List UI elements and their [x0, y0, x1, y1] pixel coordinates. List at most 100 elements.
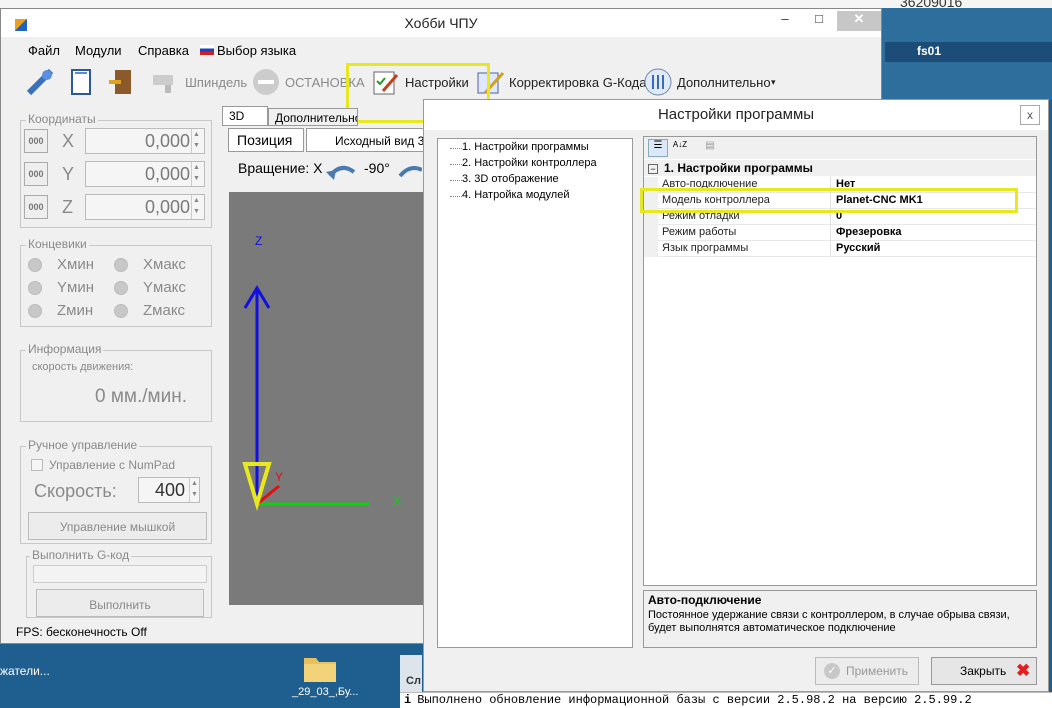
- alphabetical-icon[interactable]: A↓Z: [670, 139, 690, 157]
- flag-icon: [200, 45, 214, 55]
- desktop-user-label: fs01: [885, 42, 1052, 62]
- tree-connector: [450, 180, 462, 181]
- axes-drawing: [242, 285, 369, 511]
- iso-view-button[interactable]: Исходный вид 3D: [306, 128, 424, 152]
- red-x-icon: ✖: [1016, 661, 1031, 680]
- ymax-indicator: [114, 281, 128, 295]
- rotate-left-icon[interactable]: [326, 162, 356, 182]
- tree-item-controller[interactable]: 2. Настройки контроллера: [462, 157, 597, 169]
- y-zero-button[interactable]: 000: [24, 162, 48, 186]
- description-text: Постоянное удержание связи с контроллеро…: [648, 609, 1010, 634]
- manual-speed-label: Скорость:: [34, 481, 117, 501]
- property-row[interactable]: Язык программы Русский: [644, 241, 1036, 257]
- property-name: Язык программы: [662, 242, 749, 254]
- run-gcode-button[interactable]: Выполнить: [36, 589, 204, 617]
- speed-caption: скорость движения:: [32, 361, 134, 373]
- axis-x-label: X: [393, 494, 402, 508]
- desktop-icon-label[interactable]: жатели...: [0, 664, 50, 678]
- menu-file[interactable]: Файл: [28, 43, 60, 58]
- exit-icon[interactable]: [107, 67, 137, 97]
- status-message-line: i Выполнено обновление информационной баз…: [400, 692, 1052, 708]
- more-icon[interactable]: [643, 67, 673, 97]
- x-label: X: [62, 131, 75, 151]
- status-message: Выполнено обновление информационной базы…: [417, 693, 972, 707]
- manual-title: Ручное управление: [26, 438, 140, 452]
- category-row[interactable]: −1. Настройки программы: [644, 160, 1036, 176]
- chevron-down-icon[interactable]: ▾: [771, 77, 776, 88]
- gcode-progress: [33, 565, 207, 583]
- property-row[interactable]: Режим работы Фрезеровка: [644, 225, 1036, 241]
- close-button[interactable]: ✕: [837, 11, 881, 31]
- tree-item-3d[interactable]: 3. 3D отображение: [462, 173, 559, 185]
- z-spinner[interactable]: ▲ ▼: [191, 195, 201, 219]
- collapse-icon[interactable]: −: [648, 164, 658, 174]
- 3d-viewport[interactable]: Z X Y: [229, 192, 424, 605]
- menu-help[interactable]: Справка: [138, 43, 189, 58]
- rotate-right-icon[interactable]: [398, 162, 422, 182]
- manual-speed-spinner[interactable]: ▲ ▼: [189, 478, 199, 502]
- mouse-control-button[interactable]: Управление мышкой: [28, 512, 207, 540]
- gcode-title: Выполнить G-код: [30, 548, 132, 562]
- info-icon: i: [404, 693, 412, 707]
- minimize-button[interactable]: –: [771, 11, 799, 31]
- numpad-label: Управление с NumPad: [49, 458, 176, 472]
- side-panel-letter: Сл: [400, 655, 422, 692]
- apply-label: Применить: [846, 664, 909, 678]
- apply-button[interactable]: ✓ Применить: [815, 657, 919, 685]
- settings-dialog: Настройки программы x 1. Настройки прогр…: [423, 99, 1049, 692]
- axis-y-label: Y: [275, 470, 284, 484]
- gcode-edit-label[interactable]: Корректировка G-Кода: [509, 75, 647, 90]
- z-value[interactable]: 0,000: [85, 194, 205, 220]
- categorized-icon[interactable]: ☰: [648, 139, 668, 157]
- axis-z-label: Z: [255, 234, 263, 248]
- tree-connector: [450, 148, 462, 149]
- tab-extra[interactable]: Дополнительно: [268, 108, 358, 126]
- folder-label[interactable]: _29_03_,Бу...: [292, 686, 358, 698]
- menu-language[interactable]: Выбор языка: [217, 43, 296, 58]
- spindle-label: Шпиндель: [185, 75, 248, 90]
- property-value[interactable]: Русский: [836, 242, 880, 254]
- property-value[interactable]: Фрезеровка: [836, 226, 902, 238]
- main-title-bar[interactable]: Хобби ЧПУ – □ ✕: [1, 9, 881, 37]
- x-spinner[interactable]: ▲ ▼: [191, 129, 201, 153]
- y-value[interactable]: 0,000: [85, 161, 205, 187]
- xmin-label: Xмин: [57, 256, 94, 273]
- toolbar: Шпиндель ОСТАНОВКА Настройки Корректиров…: [1, 63, 881, 123]
- z-zero-button[interactable]: 000: [24, 195, 48, 219]
- xmax-indicator: [114, 258, 128, 272]
- maximize-button[interactable]: □: [805, 11, 833, 31]
- open-file-icon[interactable]: [67, 67, 97, 97]
- zmax-indicator: [114, 304, 128, 318]
- x-zero-button[interactable]: 000: [24, 129, 48, 153]
- tree-item-program[interactable]: 1. Настройки программы: [462, 141, 589, 153]
- close-dialog-button[interactable]: Закрыть ✖: [931, 657, 1037, 685]
- more-label[interactable]: Дополнительно: [677, 75, 771, 90]
- tab-3d[interactable]: 3D: [222, 106, 268, 126]
- zmin-indicator: [28, 304, 42, 318]
- folder-icon[interactable]: [300, 652, 340, 684]
- ymin-indicator: [28, 281, 42, 295]
- tree-item-modules[interactable]: 4. Натройка модулей: [462, 189, 570, 201]
- numpad-checkbox[interactable]: [31, 459, 43, 471]
- desktop-strip: [0, 0, 1052, 8]
- coords-title: Координаты: [26, 112, 98, 126]
- x-value[interactable]: 0,000: [85, 128, 205, 154]
- rotation-label: Вращение: X: [238, 160, 323, 176]
- dialog-title: Настройки программы: [657, 106, 815, 123]
- xmin-indicator: [28, 258, 42, 272]
- controller-highlight: [640, 188, 1018, 213]
- y-spinner[interactable]: ▲ ▼: [191, 162, 201, 186]
- menu-bar: Файл Модули Справка Выбор языка: [1, 41, 881, 61]
- property-pages-icon[interactable]: ▤: [700, 139, 720, 157]
- menu-modules[interactable]: Модули: [75, 43, 122, 58]
- fps-status: FPS: бесконечность Off: [16, 625, 147, 639]
- desktop-area: [0, 640, 440, 708]
- connect-icon[interactable]: [25, 67, 55, 97]
- description-title: Авто-подключение: [648, 593, 762, 607]
- settings-tree: 1. Настройки программы 2. Настройки конт…: [437, 138, 633, 648]
- dialog-title-bar[interactable]: Настройки программы x: [424, 100, 1048, 130]
- property-grid-toolbar: ☰ A↓Z ▤: [644, 137, 1036, 159]
- dialog-close-button[interactable]: x: [1020, 105, 1040, 125]
- property-name: Режим работы: [662, 226, 737, 238]
- position-button[interactable]: Позиция: [228, 128, 304, 152]
